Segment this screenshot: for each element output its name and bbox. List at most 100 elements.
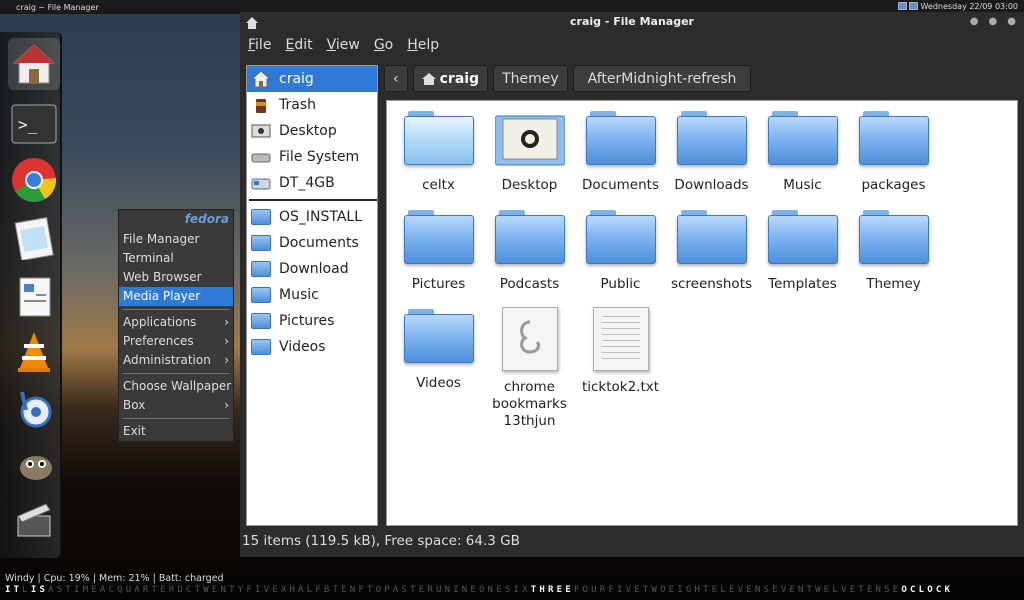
file-name: Public bbox=[600, 276, 641, 292]
text-editor-icon bbox=[14, 216, 54, 260]
dock-vlc-button[interactable] bbox=[8, 326, 60, 378]
path-back-button[interactable]: ‹ bbox=[384, 65, 408, 92]
file-item-downloads[interactable]: Downloads bbox=[666, 109, 757, 208]
file-name: screenshots bbox=[670, 276, 753, 292]
folder-icon bbox=[767, 109, 838, 167]
menu-item-file-manager[interactable]: File Manager bbox=[119, 230, 233, 249]
sidebar-item-label: Download bbox=[279, 261, 349, 277]
file-item-public[interactable]: Public bbox=[575, 208, 666, 307]
dock-video-editor-button[interactable] bbox=[8, 494, 60, 546]
menu-item-preferences[interactable]: Preferences › bbox=[119, 332, 233, 351]
folder-icon bbox=[767, 208, 838, 266]
folder-icon bbox=[676, 109, 747, 167]
sidebar-item-file-system[interactable]: File System bbox=[247, 144, 377, 170]
chevron-right-icon: › bbox=[224, 315, 229, 329]
menu-go[interactable]: Go bbox=[374, 37, 393, 53]
word-clock-segment: THREE bbox=[530, 585, 574, 595]
home-icon bbox=[12, 44, 56, 84]
menu-bar: File Edit View Go Help bbox=[240, 32, 1024, 58]
file-item-music[interactable]: Music bbox=[757, 109, 848, 208]
dock-blender-button[interactable] bbox=[8, 382, 60, 434]
menu-view[interactable]: View bbox=[327, 37, 360, 53]
path-item-label: craig bbox=[439, 70, 480, 87]
menu-edit[interactable]: Edit bbox=[285, 37, 312, 53]
folder-icon bbox=[858, 109, 929, 167]
file-item-documents[interactable]: Documents bbox=[575, 109, 666, 208]
folder-icon bbox=[251, 313, 271, 329]
dock-gimp-button[interactable] bbox=[8, 440, 60, 492]
path-item-themey[interactable]: Themey bbox=[493, 65, 568, 92]
sidebar-item-os-install[interactable]: OS_INSTALL bbox=[247, 204, 377, 230]
menu-brand: fedora bbox=[184, 212, 229, 226]
sidebar-item-label: Videos bbox=[279, 339, 326, 355]
sidebar-item-trash[interactable]: Trash bbox=[247, 92, 377, 118]
trash-icon bbox=[256, 99, 266, 113]
menu-help[interactable]: Help bbox=[407, 37, 439, 53]
sidebar-item-videos[interactable]: Videos bbox=[247, 334, 377, 360]
dock-home-button[interactable] bbox=[8, 38, 60, 90]
file-item-chrome-bookmarks[interactable]: chrome bookmarks 13thjun bbox=[484, 307, 575, 429]
sidebar-item-craig[interactable]: craig bbox=[247, 66, 377, 92]
file-name: celtx bbox=[422, 177, 455, 193]
keyboard-icon[interactable] bbox=[898, 2, 907, 10]
dock-office-button[interactable] bbox=[8, 270, 60, 322]
sidebar-item-label: DT_4GB bbox=[279, 175, 335, 191]
file-name: Downloads bbox=[674, 177, 749, 193]
file-name: Templates bbox=[768, 276, 837, 292]
file-manager-window: craig - File Manager ● ● ● File Edit Vie… bbox=[240, 12, 1024, 557]
menu-file[interactable]: File bbox=[248, 37, 271, 53]
sidebar-item-label: Music bbox=[279, 287, 319, 303]
menu-item-choose-wallpaper[interactable]: Choose Wallpaper bbox=[119, 377, 233, 396]
word-clock-segment: L bbox=[22, 585, 31, 595]
sidebar-item-label: Documents bbox=[279, 235, 359, 251]
dock-chrome-button[interactable] bbox=[8, 154, 60, 206]
sidebar-item-documents[interactable]: Documents bbox=[247, 230, 377, 256]
path-item-aftermidnight-refresh[interactable]: AfterMidnight-refresh bbox=[572, 65, 752, 92]
file-name: chrome bookmarks 13thjun bbox=[492, 379, 567, 429]
close-button[interactable]: ● bbox=[1007, 12, 1016, 32]
home-icon bbox=[251, 71, 271, 87]
file-item-packages[interactable]: packages bbox=[848, 109, 939, 208]
menu-item-box[interactable]: Box › bbox=[119, 396, 233, 415]
file-item-themey[interactable]: Themey bbox=[848, 208, 939, 307]
menu-item-label: Administration bbox=[123, 353, 211, 367]
window-titlebar[interactable]: craig - File Manager ● ● ● bbox=[240, 12, 1024, 32]
file-item-videos[interactable]: Videos bbox=[393, 307, 484, 406]
desktop-icon bbox=[251, 124, 271, 138]
word-clock-segment: ASTIMEACQUARTERDCTWENTYFIVEXHALFBTENFTOP… bbox=[48, 585, 531, 595]
sidebar-item-label: craig bbox=[279, 71, 314, 87]
menu-item-web-browser[interactable]: Web Browser bbox=[119, 268, 233, 287]
minimize-button[interactable]: ● bbox=[970, 12, 979, 32]
dock-terminal-button[interactable]: >_ bbox=[8, 98, 60, 150]
menu-item-administration[interactable]: Administration › bbox=[119, 351, 233, 370]
menu-item-exit[interactable]: Exit bbox=[119, 422, 233, 441]
file-item-templates[interactable]: Templates bbox=[757, 208, 848, 307]
file-item-podcasts[interactable]: Podcasts bbox=[484, 208, 575, 307]
gnome-document-icon bbox=[501, 307, 558, 371]
dock-text-editor-button[interactable] bbox=[8, 212, 60, 264]
path-item-craig[interactable]: craig bbox=[412, 65, 489, 92]
path-bar: ‹ craig Themey AfterMidnight-refresh bbox=[384, 65, 752, 92]
menu-item-media-player[interactable]: Media Player bbox=[119, 287, 233, 306]
file-item-screenshots[interactable]: screenshots bbox=[666, 208, 757, 307]
file-name: Music bbox=[783, 177, 822, 193]
sidebar-item-download[interactable]: Download bbox=[247, 256, 377, 282]
sidebar-item-music[interactable]: Music bbox=[247, 282, 377, 308]
file-item-celtx[interactable]: celtx bbox=[393, 109, 484, 208]
active-window-title: craig ~ File Manager bbox=[16, 2, 99, 12]
folder-icon bbox=[251, 261, 271, 277]
clock[interactable]: Wednesday 22/09 03:00 bbox=[920, 2, 1018, 11]
network-icon[interactable] bbox=[909, 2, 918, 10]
file-item-desktop[interactable]: Desktop bbox=[484, 109, 575, 208]
file-item-pictures[interactable]: Pictures bbox=[393, 208, 484, 307]
file-item-ticktok2-txt[interactable]: ticktok2.txt bbox=[575, 307, 666, 406]
menu-item-applications[interactable]: Applications › bbox=[119, 313, 233, 332]
file-name: ticktok2.txt bbox=[581, 379, 660, 395]
sidebar-item-pictures[interactable]: Pictures bbox=[247, 308, 377, 334]
file-name: Themey bbox=[866, 276, 921, 292]
menu-item-terminal[interactable]: Terminal bbox=[119, 249, 233, 268]
maximize-button[interactable]: ● bbox=[989, 12, 998, 32]
folder-icon bbox=[251, 235, 271, 251]
sidebar-item-desktop[interactable]: Desktop bbox=[247, 118, 377, 144]
sidebar-item-dt-4gb[interactable]: DT_4GB bbox=[247, 170, 377, 196]
